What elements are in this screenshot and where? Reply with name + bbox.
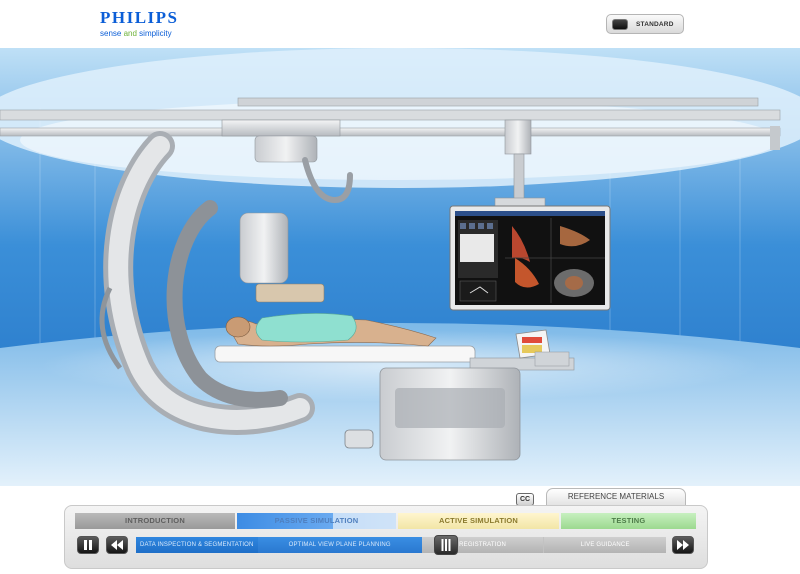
philips-logo: PHILIPS sense and simplicity xyxy=(100,8,179,39)
step-data-inspection[interactable]: DATA INSPECTION & SEGMENTATION xyxy=(136,537,258,553)
app-window: PHILIPS sense and simplicity STANDARD CC… xyxy=(0,0,800,574)
reference-materials-tab[interactable]: REFERENCE MATERIALS xyxy=(546,488,686,505)
step-optimal-view-plane-planning[interactable]: OPTIMAL VIEW PLANE PLANNING xyxy=(257,537,422,553)
step-live-guidance[interactable]: LIVE GUIDANCE xyxy=(543,537,666,553)
progress-scrubber[interactable] xyxy=(434,535,458,555)
fast-forward-icon xyxy=(677,540,689,550)
procedure-room-scene xyxy=(0,48,800,486)
standard-mode-button[interactable]: STANDARD xyxy=(606,14,684,34)
standard-mode-label: STANDARD xyxy=(636,20,674,28)
header-bar: PHILIPS sense and simplicity STANDARD xyxy=(0,0,800,48)
tab-testing[interactable]: TESTING xyxy=(561,513,696,529)
rewind-button[interactable] xyxy=(106,536,128,554)
logo-wordmark: PHILIPS xyxy=(100,8,179,27)
tab-passive-simulation[interactable]: PASSIVE SIMULATION xyxy=(237,513,396,529)
scrubber-handle-icon xyxy=(441,539,451,551)
rewind-icon xyxy=(111,540,123,550)
tab-introduction[interactable]: INTRODUCTION xyxy=(75,513,235,529)
monitor-toggle-icon xyxy=(612,18,628,30)
logo-tagline: sense and simplicity xyxy=(100,29,172,38)
room-illustration xyxy=(0,48,800,486)
pause-button[interactable] xyxy=(77,536,99,554)
step-progress-bar: DATA INSPECTION & SEGMENTATION OPTIMAL V… xyxy=(136,537,666,553)
fast-forward-button[interactable] xyxy=(672,536,694,554)
pause-icon xyxy=(84,540,92,550)
tab-active-simulation[interactable]: ACTIVE SIMULATION xyxy=(398,513,559,529)
course-navigation: CC REFERENCE MATERIALS xyxy=(0,486,800,574)
